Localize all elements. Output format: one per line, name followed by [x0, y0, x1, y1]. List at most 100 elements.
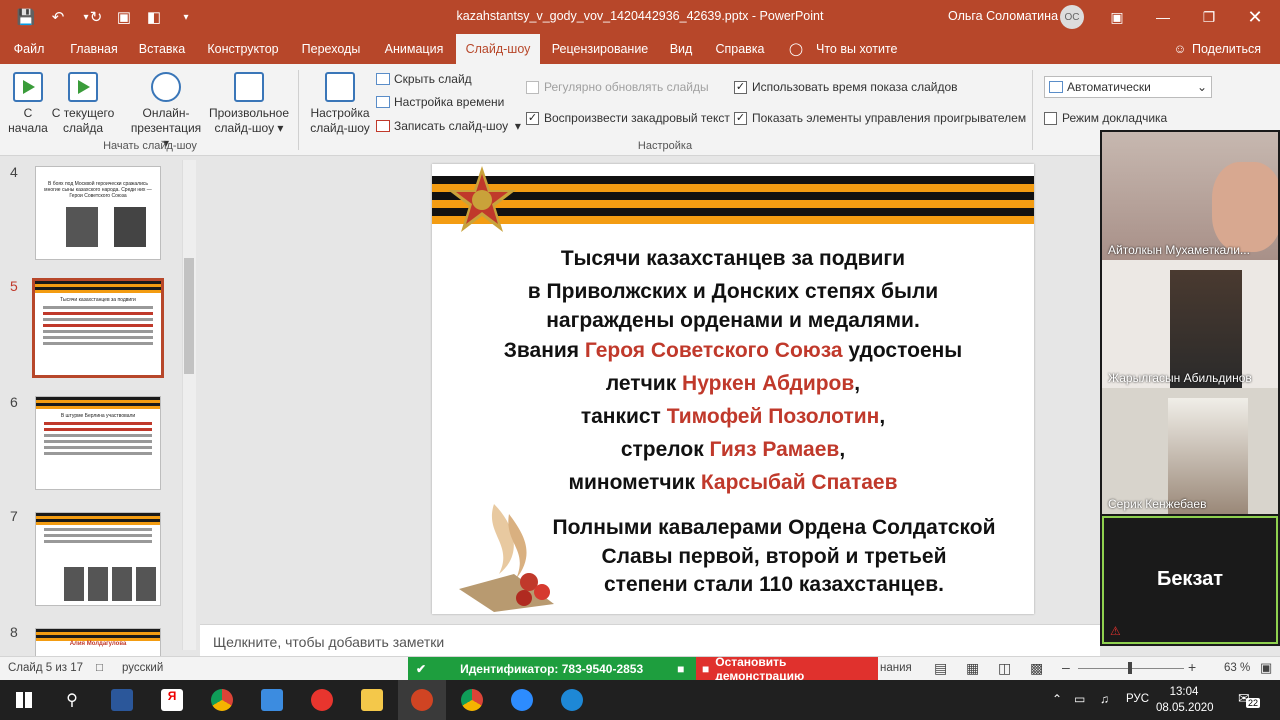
from-beginning-button[interactable]: С начала	[6, 72, 50, 136]
presentation-icon[interactable]: ◧	[138, 0, 170, 34]
play-slideshow-icon	[13, 72, 43, 102]
custom-slideshow-button[interactable]: Произвольное слайд-шоу ▾	[206, 72, 292, 136]
tab-file[interactable]: Файл	[4, 34, 54, 64]
custom-show-icon	[234, 72, 264, 102]
video-tile[interactable]: Айтолкын Мухаметкали...	[1102, 132, 1278, 260]
yandex-browser-icon[interactable]	[298, 680, 346, 720]
hide-slide-button[interactable]: Скрыть слайд	[376, 72, 472, 86]
play-narrations-checkbox[interactable]: ✓ Воспроизвести закадровый текст	[526, 111, 730, 125]
zoom-out-button[interactable]: –	[1062, 659, 1070, 675]
title-bar: 💾 ↶ ▾ ↻ ▣ ◧ ▾ kazahstantsy_v_gody_vov_14…	[0, 0, 1280, 34]
calculator-icon[interactable]	[248, 680, 296, 720]
video-tile-active-speaker[interactable]: Бекзат ⚠	[1102, 516, 1278, 644]
slide-sorter-icon[interactable]: ▦	[966, 660, 979, 677]
slide-thumbnail-6[interactable]: В штурме Берлина участвовали	[35, 396, 161, 490]
tell-me-search[interactable]: Что вы хотите сделать?	[816, 34, 946, 86]
normal-view-icon[interactable]: ▤	[934, 660, 947, 677]
meeting-id: Идентификатор: 783-9540-2853	[460, 662, 644, 676]
slide-thumbnail-5[interactable]: Тысячи казахстанцев за подвиги	[32, 278, 164, 378]
ribbon-stripe	[36, 513, 160, 525]
zoom-level[interactable]: 63 %	[1224, 662, 1250, 674]
system-clock[interactable]: 13:04 08.05.2020	[1156, 684, 1214, 716]
spellcheck-icon[interactable]: □	[96, 662, 103, 674]
save-icon[interactable]: 💾	[10, 0, 42, 34]
stop-share-button[interactable]: ■ Остановить демонстрацию	[696, 655, 878, 683]
chevron-down-icon: ▾	[514, 119, 521, 133]
language-indicator[interactable]: русский	[122, 662, 163, 674]
participant-name-large: Бекзат	[1156, 568, 1224, 590]
monitor-select[interactable]: Автоматически ⌄	[1044, 76, 1212, 98]
slide-thumbnails-panel: 4 В боях под Москвой героически сражалис…	[0, 156, 200, 658]
tab-insert[interactable]: Вставка	[132, 34, 192, 64]
edge-icon[interactable]	[548, 680, 596, 720]
notes-pane[interactable]: Щелкните, чтобы добавить заметки	[200, 624, 1100, 656]
tab-transitions[interactable]: Переходы	[294, 34, 368, 64]
minimize-button[interactable]: —	[1140, 0, 1186, 34]
maximize-button[interactable]: ❐	[1186, 0, 1232, 34]
tab-review[interactable]: Рецензирование	[546, 34, 654, 64]
avatar[interactable]: ОС	[1060, 5, 1084, 29]
start-slideshow-icon[interactable]: ▣	[108, 0, 140, 34]
powerpoint-icon[interactable]	[398, 680, 446, 720]
shield-icon: ✔	[416, 662, 427, 676]
chrome-icon[interactable]	[198, 680, 246, 720]
slide-main-text: Тысячи казахстанцев за подвиги в Приволж…	[503, 247, 963, 494]
user-name[interactable]: Ольга Соломатина	[948, 9, 1058, 23]
setup-slideshow-button[interactable]: Настройка слайд-шоу	[306, 72, 374, 136]
yandex-icon[interactable]: Я	[148, 680, 196, 720]
st-george-ribbon	[432, 176, 1034, 224]
scrollbar-thumb[interactable]	[184, 258, 194, 374]
keyboard-language[interactable]: РУС	[1126, 693, 1149, 705]
photo-strip	[64, 567, 156, 601]
record-slideshow-button[interactable]: Записать слайд-шоу ▾	[376, 119, 521, 133]
customize-toolbar-icon[interactable]: ▾	[170, 0, 202, 34]
meeting-id-banner[interactable]: ✔ Идентификатор: 783-9540-2853 ■	[408, 657, 696, 681]
share-button[interactable]: Поделиться	[1192, 34, 1262, 64]
keep-updated-checkbox[interactable]: Регулярно обновлять слайды	[526, 80, 709, 94]
search-icon[interactable]: ⚲	[48, 680, 96, 720]
from-current-slide-button[interactable]: С текущего слайда	[50, 72, 116, 136]
tab-animations[interactable]: Анимация	[376, 34, 452, 64]
presenter-view-checkbox[interactable]: Режим докладчика	[1044, 111, 1167, 125]
reading-view-icon[interactable]: ◫	[998, 660, 1011, 677]
thumbnail-number: 8	[10, 624, 18, 640]
lightbulb-icon: ◯	[789, 42, 803, 56]
ribbon-display-icon[interactable]: ▣	[1094, 0, 1140, 34]
show-media-controls-checkbox[interactable]: ✓ Показать элементы управления проигрыват…	[734, 111, 1026, 125]
zoom-in-button[interactable]: +	[1188, 659, 1196, 675]
close-button[interactable]: ✕	[1232, 0, 1278, 34]
chevron-up-icon[interactable]: ⌃	[1052, 692, 1062, 706]
slide-thumbnail-7[interactable]	[35, 512, 161, 606]
video-tile[interactable]: Жарылгасын Абильдинов	[1102, 260, 1278, 388]
video-tile[interactable]: Серик Кенжебаев	[1102, 388, 1278, 514]
zoom-slider-thumb[interactable]	[1128, 662, 1132, 674]
tab-home[interactable]: Главная	[62, 34, 126, 64]
notes-toggle[interactable]: нания	[880, 662, 912, 674]
file-explorer-icon[interactable]	[348, 680, 396, 720]
chrome-profile-icon[interactable]	[448, 680, 496, 720]
slide-canvas[interactable]: Тысячи казахстанцев за подвиги в Приволж…	[432, 164, 1034, 614]
word-icon[interactable]	[98, 680, 146, 720]
order-star-icon	[448, 166, 516, 232]
slide-thumbnail-4[interactable]: В боях под Москвой героически сражались …	[35, 166, 161, 260]
tab-slideshow[interactable]: Слайд-шоу	[456, 34, 540, 64]
use-timings-checkbox[interactable]: ✓ Использовать время показа слайдов	[734, 80, 958, 94]
thumbnails-scrollbar[interactable]	[182, 160, 196, 650]
checkmark-icon: ✓	[526, 111, 539, 125]
thumbnail-number: 5	[10, 278, 18, 294]
fit-slide-icon[interactable]: ▣	[1260, 660, 1272, 676]
tab-view[interactable]: Вид	[662, 34, 700, 64]
tab-help[interactable]: Справка	[708, 34, 772, 64]
windows-start-icon[interactable]	[0, 680, 48, 720]
zoom-app-icon[interactable]	[498, 680, 546, 720]
network-icon[interactable]: ▭	[1074, 692, 1085, 706]
volume-icon[interactable]: ♫	[1100, 692, 1109, 706]
ribbon-stripe	[36, 629, 160, 641]
tab-design[interactable]: Конструктор	[200, 34, 286, 64]
slide-thumbnail-8[interactable]: Алия Молдагулова	[35, 628, 161, 658]
slideshow-view-icon[interactable]: ▩	[1030, 660, 1043, 677]
ribbon: С начала С текущего слайда Онлайн- презе…	[0, 64, 1280, 156]
rehearse-timings-button[interactable]: Настройка времени	[376, 95, 504, 109]
globe-icon	[151, 72, 181, 102]
muted-mic-icon: ⚠	[1110, 624, 1121, 638]
